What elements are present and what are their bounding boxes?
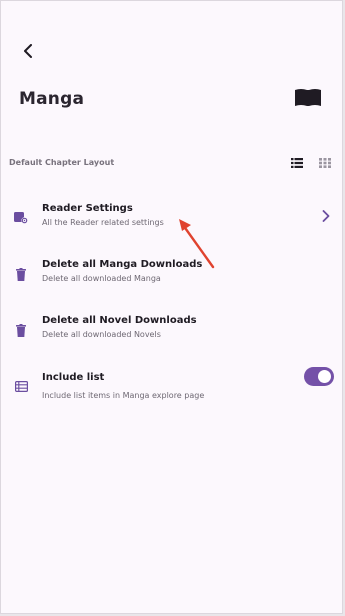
list-view-icon	[291, 158, 303, 168]
trash-icon	[13, 266, 29, 282]
include-list-toggle[interactable]	[304, 367, 334, 386]
grid-layout-button[interactable]	[317, 155, 333, 171]
back-button[interactable]	[15, 39, 41, 63]
include-list-subtitle: Include list items in Manga explore page	[42, 391, 205, 400]
list-icon	[13, 378, 29, 394]
open-book-button[interactable]	[293, 86, 323, 110]
page-title: Manga	[19, 89, 85, 109]
back-arrow-icon	[24, 44, 32, 58]
chevron-right-icon	[319, 208, 333, 224]
toggle-knob	[318, 370, 331, 383]
settings-screen: Manga Default Chapter Layout Reader Sett…	[0, 0, 343, 614]
reader-settings-icon	[13, 210, 29, 226]
grid-view-icon	[319, 158, 331, 168]
delete-novel-subtitle: Delete all downloaded Novels	[42, 330, 161, 339]
reader-settings-subtitle: All the Reader related settings	[42, 218, 164, 227]
include-list-title: Include list	[42, 372, 105, 383]
delete-novel-downloads-row[interactable]: Delete all Novel Downloads Delete all do…	[1, 310, 342, 350]
delete-manga-subtitle: Delete all downloaded Manga	[42, 274, 161, 283]
list-layout-button[interactable]	[289, 155, 305, 171]
delete-novel-title: Delete all Novel Downloads	[42, 315, 197, 326]
book-open-icon	[295, 89, 321, 106]
default-chapter-layout-label: Default Chapter Layout	[9, 158, 115, 167]
annotation-arrow-icon	[179, 219, 215, 269]
reader-settings-title: Reader Settings	[42, 203, 133, 214]
include-list-row[interactable]: Include list Include list items in Manga…	[1, 366, 342, 410]
trash-icon	[13, 322, 29, 338]
